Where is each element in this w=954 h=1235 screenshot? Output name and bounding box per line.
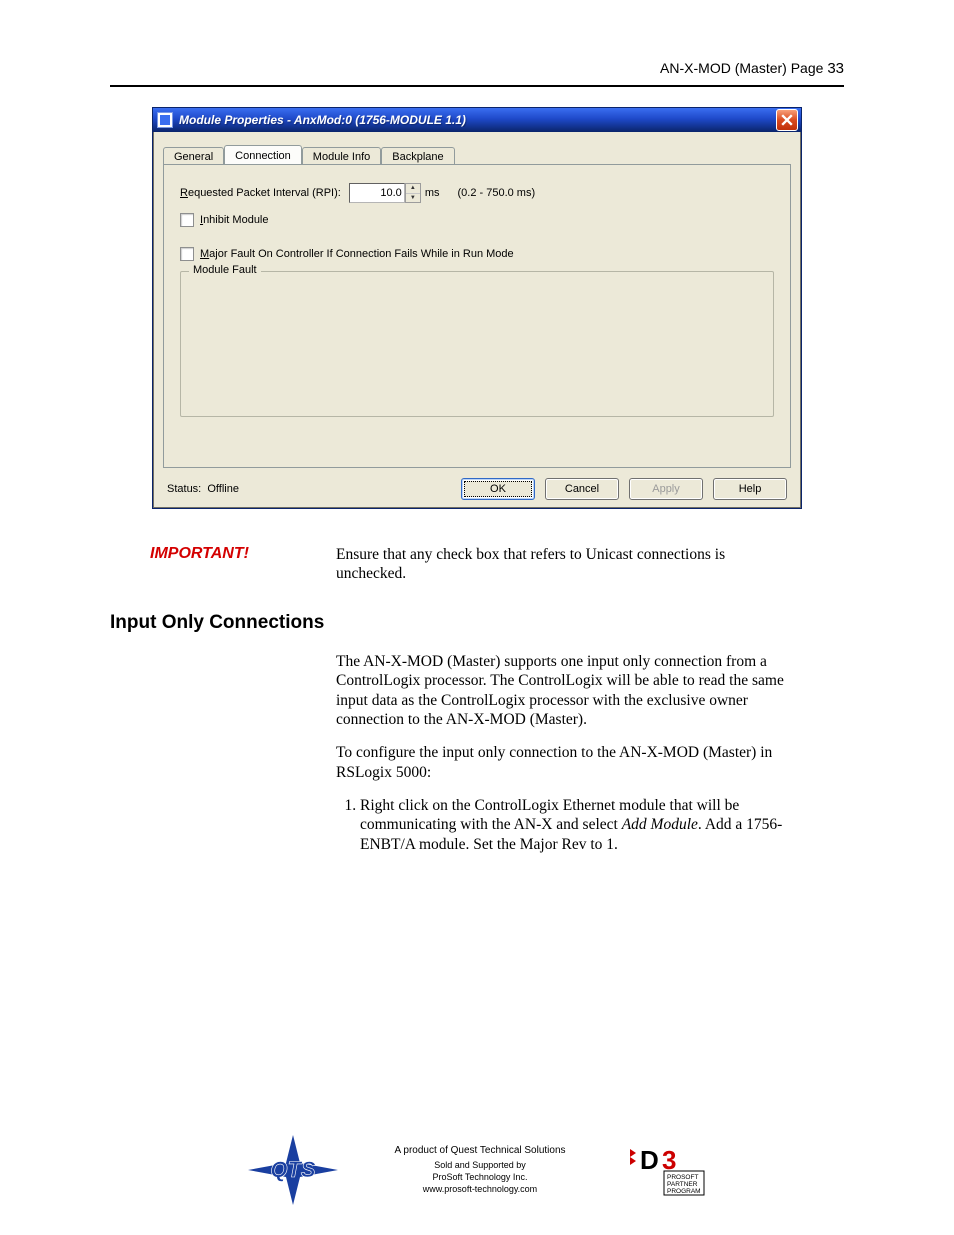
prosoft-partner-logo: D 3 PROSOFT PARTNER PROGRAM [622,1143,706,1197]
tab-general[interactable]: General [163,147,224,165]
footer-line-3: ProSoft Technology Inc. [394,1172,565,1184]
footer-line-4: www.prosoft-technology.com [394,1184,565,1196]
page-number: 33 [827,60,844,77]
footer-line-2: Sold and Supported by [394,1160,565,1172]
footer-line-1: A product of Quest Technical Solutions [394,1144,565,1157]
svg-text:QTS: QTS [271,1157,317,1182]
important-text: Ensure that any check box that refers to… [336,545,796,584]
section-steps: Right click on the ControlLogix Ethernet… [336,796,816,854]
inhibit-label[interactable]: Inhibit Module [200,214,269,226]
close-icon [781,114,793,126]
svg-text:PROSOFT: PROSOFT [667,1174,698,1181]
spinner-up-icon[interactable]: ▲ [406,184,420,194]
major-fault-label[interactable]: Major Fault On Controller If Connection … [200,248,514,260]
tab-strip: General Connection Module Info Backplane [163,142,791,164]
tab-connection[interactable]: Connection [224,145,302,164]
svg-text:PARTNER: PARTNER [667,1181,698,1188]
status-value: Offline [207,483,239,495]
rpi-unit: ms [425,187,440,199]
rpi-range: (0.2 - 750.0 ms) [457,187,535,199]
tab-module-info[interactable]: Module Info [302,147,381,165]
module-fault-legend: Module Fault [189,264,261,276]
fault-row: Major Fault On Controller If Connection … [180,247,774,261]
apply-button: Apply [629,478,703,500]
app-icon [157,112,173,128]
section-para-2: To configure the input only connection t… [336,743,816,782]
footer-credits: A product of Quest Technical Solutions S… [394,1144,565,1195]
page-footer: QTS A product of Quest Technical Solutio… [0,1135,954,1205]
cancel-button[interactable]: Cancel [545,478,619,500]
major-fault-checkbox[interactable] [180,247,194,261]
dialog-titlebar[interactable]: Module Properties - AnxMod:0 (1756-MODUL… [153,108,801,132]
module-fault-groupbox: Module Fault [180,271,774,417]
tab-panel-connection: Requested Packet Interval (RPI): ▲ ▼ ms … [163,164,791,468]
inhibit-row: Inhibit Module [180,213,774,227]
help-button[interactable]: Help [713,478,787,500]
rpi-spinner[interactable]: ▲ ▼ [405,183,421,203]
svg-text:PROGRAM: PROGRAM [667,1188,701,1195]
rpi-input[interactable] [349,183,405,203]
section-step-1: Right click on the ControlLogix Ethernet… [360,796,816,854]
rpi-label: Requested Packet Interval (RPI): [180,187,341,199]
rpi-row: Requested Packet Interval (RPI): ▲ ▼ ms … [180,183,774,203]
running-header: AN-X-MOD (Master) Page 33 [110,60,844,77]
tab-backplane[interactable]: Backplane [381,147,454,165]
header-rule [110,85,844,87]
spinner-down-icon[interactable]: ▼ [406,194,420,203]
status-text: Status: Offline [167,483,239,495]
close-button[interactable] [776,109,798,131]
page-label: Page [791,60,824,76]
product-name: AN-X-MOD (Master) [660,60,787,76]
section-heading: Input Only Connections [110,612,844,634]
module-properties-dialog: Module Properties - AnxMod:0 (1756-MODUL… [152,107,802,509]
dialog-title: Module Properties - AnxMod:0 (1756-MODUL… [179,113,776,127]
important-callout: IMPORTANT! Ensure that any check box tha… [150,545,844,584]
section-para-1: The AN-X-MOD (Master) supports one input… [336,652,816,730]
ok-button[interactable]: OK [461,478,535,500]
dialog-footer: Status: Offline OK Cancel Apply Help [163,468,791,500]
inhibit-checkbox[interactable] [180,213,194,227]
qts-logo: QTS [248,1135,338,1205]
add-module-emphasis: Add Module [622,816,698,833]
svg-text:D: D [640,1145,659,1175]
important-label: IMPORTANT! [150,545,310,584]
section-body: The AN-X-MOD (Master) supports one input… [336,652,816,854]
